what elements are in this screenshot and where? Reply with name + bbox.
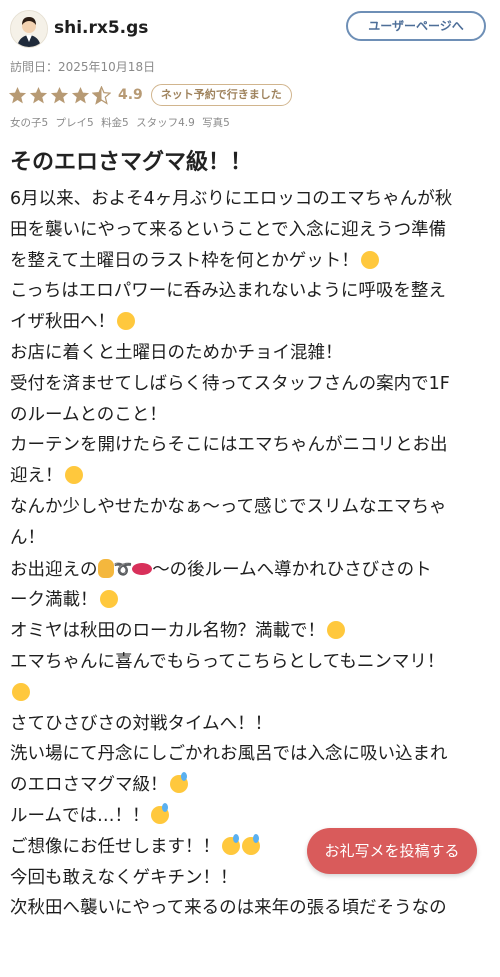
review-line: 6月以来、およそ4ヶ月ぶりにエロッコのエマちゃんが秋 (10, 189, 453, 209)
review-line: お出迎えの (10, 559, 98, 580)
grin-emoji-icon (12, 682, 30, 701)
review-header: shi.rx5.gs ユーザーページへ (10, 10, 490, 48)
review-line: オミヤは秋田のローカル名物？満載で！ (10, 621, 325, 642)
sweat-emoji-icon (222, 833, 240, 855)
review-line: を整えて土曜日のラスト枠を何とかゲット！ (10, 250, 359, 271)
review-line: ご想像にお任せします！！ (10, 836, 220, 857)
review-line: 次秋田へ襲いにやって来るのは来年の張る頃だそうなの (10, 898, 447, 919)
rating-score: 4.9 (118, 87, 143, 103)
review-line: 〜の後ルームへ導かれひさびさのト (152, 559, 432, 580)
star-icon (8, 86, 27, 103)
review-line: なんか少しやせたかなぁ〜って感じでスリムなエマちゃ (10, 496, 447, 517)
review-line: ん！ (10, 527, 45, 548)
grin-emoji-icon (99, 590, 118, 609)
subscore-girl: 女の子5 (10, 117, 49, 129)
review-line: 田を襲いにやって来るということで入念に迎えうつ準備 (10, 219, 447, 240)
review-line: のルームとのこと！ (10, 404, 167, 425)
star-icon (71, 86, 90, 103)
blush-emoji-icon (64, 466, 83, 485)
subscore-staff: スタッフ4.9 (136, 117, 195, 129)
review-line: 洗い場にて丹念にしごかれお風呂では入念に吸い込まれ (10, 744, 448, 765)
rating-row: 4.9 ネット予約で行きました (8, 83, 292, 107)
avatar-icon (11, 11, 47, 47)
user-page-button[interactable]: ユーザーページへ (346, 11, 486, 41)
smile-emoji-icon (327, 621, 345, 640)
review-line: のエロさマグマ級！ (10, 775, 168, 796)
review-line: 受付を済ませてしばらく待ってスタッフさんの案内で1F (10, 373, 450, 394)
subscores: 女の子5 プレイ5 料金5 スタッフ4.9 写真5 (10, 115, 234, 130)
username[interactable]: shi.rx5.gs (54, 18, 148, 38)
post-thanks-photo-button[interactable]: お礼写メを投稿する (307, 828, 477, 874)
review-line: お店に着くと土曜日のためかチョイ混雑！ (10, 342, 343, 363)
kiss-emoji-icon: ➰ (113, 559, 133, 578)
review-line: こっちはエロパワーに呑み込まれないように呼吸を整え (10, 281, 446, 302)
star-icon (50, 86, 69, 103)
subscore-play: プレイ5 (55, 117, 94, 129)
half-star-icon (92, 85, 111, 105)
hand-emoji-icon (97, 558, 114, 578)
visit-date: 訪問日：2025年10月18日 (10, 60, 156, 74)
star-icon (29, 86, 48, 103)
review-line: カーテンを開けたらそこにはエマちゃんがニコリとお出 (10, 435, 448, 456)
grin-emoji-icon (117, 312, 135, 331)
review-body: 6月以来、およそ4ヶ月ぶりにエロッコのエマちゃんが秋 田を襲いにやって来るという… (10, 184, 488, 924)
sweat-emoji-icon (242, 833, 260, 855)
subscore-photo: 写真5 (202, 117, 230, 129)
review-title: そのエロさマグマ級！！ (10, 150, 253, 175)
review-line: 今回も敢えなくゲキチン！！ (10, 867, 238, 888)
review-line: ルームでは…！！ (10, 805, 150, 826)
subscore-price: 料金5 (101, 117, 129, 129)
user-avatar[interactable] (10, 10, 48, 48)
net-reservation-badge: ネット予約で行きました (150, 84, 292, 106)
review-line: ーク満載！ (10, 590, 98, 611)
review-line: 迎え！ (10, 466, 63, 487)
review-line: さてひさびさの対戦タイムへ！！ (10, 713, 273, 734)
smile-emoji-icon (360, 250, 379, 269)
review-line: イザ秋田へ！ (10, 312, 115, 333)
review-line: エマちゃんに喜んでもらってこちらとしてもニンマリ！ (10, 651, 445, 672)
sweat-emoji-icon (169, 772, 188, 794)
lips-emoji-icon (132, 562, 153, 575)
joy-emoji-icon (151, 802, 170, 824)
